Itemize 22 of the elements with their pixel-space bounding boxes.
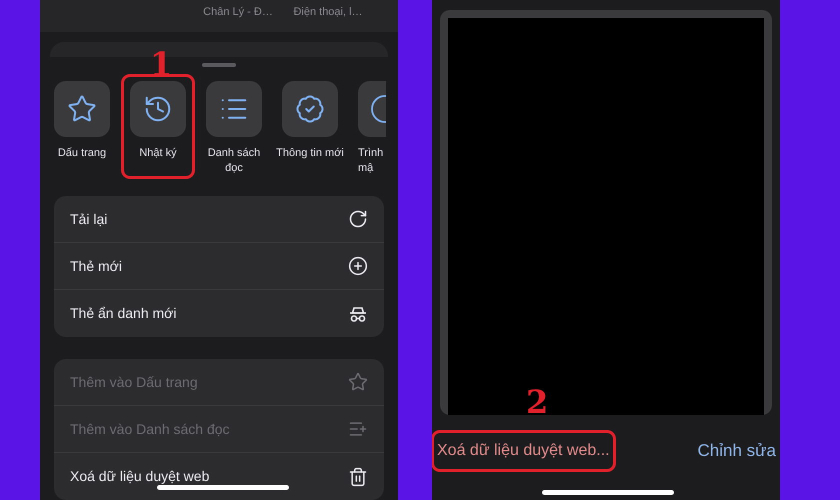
menu-item[interactable]: Tải lại (54, 196, 384, 243)
menu-item[interactable]: Thẻ mới (54, 243, 384, 290)
quick-action[interactable]: Nhật ký (124, 77, 192, 176)
shortcut-caption: Chân Lý - Đ… (202, 5, 274, 20)
step-number: 2 (526, 382, 548, 423)
shortcut-caption: Điện thoại, l… (292, 5, 364, 20)
reload-icon (348, 209, 368, 229)
star-icon (348, 372, 368, 392)
clock-history-icon (143, 94, 173, 124)
quick-action[interactable]: Thông tin mới (276, 81, 344, 176)
menu-item[interactable]: Thẻ ẩn danh mới (54, 290, 384, 337)
menu-item[interactable]: Xoá dữ liệu duyệt web (54, 453, 384, 500)
quick-action[interactable]: Dấu trang (48, 81, 116, 176)
check-badge-icon (295, 94, 325, 124)
star-icon (67, 94, 97, 124)
clear-browsing-data-button[interactable]: Xoá dữ liệu duyệt web... (434, 433, 613, 469)
plus-circle-icon (348, 256, 368, 276)
quick-action[interactable]: Trình mậ (352, 81, 386, 176)
quick-action[interactable]: Danh sách đọc (200, 81, 268, 176)
trash-icon (348, 466, 368, 486)
sheet-handle (202, 63, 236, 67)
edit-button[interactable]: Chỉnh sửa (698, 438, 776, 464)
